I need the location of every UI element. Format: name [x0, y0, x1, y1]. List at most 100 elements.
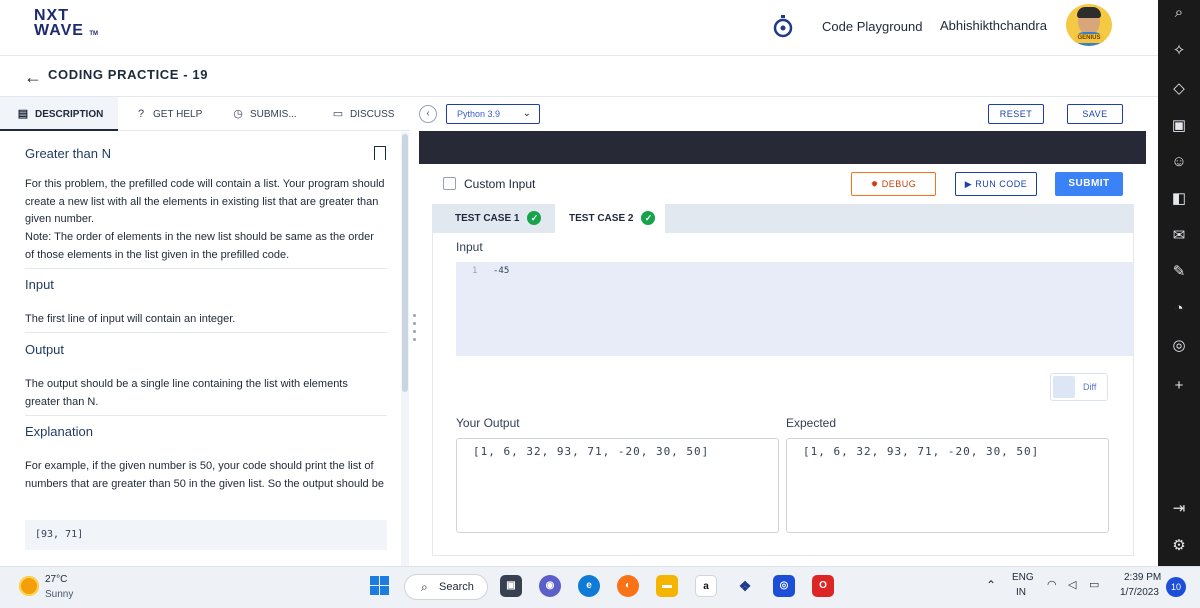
expected-output-box: [1, 6, 32, 93, 71, -20, 30, 50]: [786, 438, 1109, 533]
tab-test-case-2[interactable]: TEST CASE 2 ✓: [555, 204, 665, 233]
tab-submissions[interactable]: ◷ SUBMIS...: [232, 97, 312, 131]
description-icon: ▤: [17, 108, 29, 120]
avatar[interactable]: GENIUS: [1066, 4, 1112, 46]
bell-icon[interactable]: ◔: [1170, 300, 1188, 318]
test-case-tabs: TEST CASE 1 ✓ TEST CASE 2 ✓: [432, 204, 1134, 233]
language-indicator-line2[interactable]: IN: [1016, 587, 1026, 598]
problem-title: Greater than N: [25, 146, 111, 161]
logo-line2: WAVE: [34, 22, 84, 39]
username[interactable]: Abhishikthchandra: [940, 18, 1047, 33]
page-title-row: ← CODING PRACTICE - 19: [0, 57, 1158, 97]
windows-start-icon[interactable]: [370, 576, 390, 596]
check-icon: ✓: [641, 211, 656, 226]
description-tabs: ▤ DESCRIPTION ? GET HELP ◷ SUBMIS... ▭ DISCU…: [0, 97, 410, 131]
tray-chevron-up-icon[interactable]: ⌃: [986, 578, 996, 592]
sparkle-icon[interactable]: ✧: [1170, 42, 1188, 60]
debug-button[interactable]: ✹ DEBUG: [851, 172, 936, 196]
people-icon[interactable]: ☺: [1170, 153, 1188, 171]
notification-badge[interactable]: 10: [1166, 577, 1186, 597]
panel-icon[interactable]: ⇥: [1170, 500, 1188, 518]
chat-icon: ▭: [332, 108, 344, 120]
settings-icon[interactable]: ⚙: [1170, 537, 1188, 555]
language-select[interactable]: Python 3.9 ⌄: [446, 104, 540, 124]
tab-get-help[interactable]: ? GET HELP: [135, 97, 215, 131]
save-button[interactable]: SAVE: [1067, 104, 1123, 124]
bookmark-icon[interactable]: [374, 146, 386, 161]
firefox-icon[interactable]: ◐: [617, 575, 639, 597]
test-input-editor[interactable]: [456, 262, 1134, 356]
line-number: 1: [472, 266, 478, 276]
run-code-button[interactable]: ▶ RUN CODE: [955, 172, 1037, 196]
taskbar-search-label: Search: [439, 581, 474, 593]
tag-icon[interactable]: ◇: [1170, 80, 1188, 98]
dropbox-icon[interactable]: ❖: [734, 575, 756, 597]
editor-toolbar: ‹ Python 3.9 ⌄ RESET SAVE: [419, 97, 1158, 131]
genius-badge: GENIUS: [1074, 34, 1104, 43]
taskbar-search[interactable]: ⌕ Search: [404, 574, 488, 600]
logo-tm: TM: [89, 31, 99, 37]
test-input-value: -45: [493, 266, 510, 276]
battery-icon[interactable]: ▭: [1089, 578, 1099, 591]
submit-button[interactable]: SUBMIT: [1055, 172, 1123, 196]
debug-label: DEBUG: [881, 179, 917, 189]
input-heading: Input: [25, 277, 54, 292]
avatar-hair: [1077, 7, 1101, 18]
nxtwave-logo[interactable]: NXT WAVE TM: [34, 8, 98, 42]
remote-app-icon[interactable]: ◎: [773, 575, 795, 597]
weather-temperature[interactable]: 27°C: [45, 574, 67, 585]
file-explorer-icon[interactable]: ▬: [656, 575, 678, 597]
clock-date[interactable]: 1/7/2023: [1120, 587, 1159, 598]
volume-icon[interactable]: ◁: [1068, 578, 1076, 591]
search-icon: ⌕: [421, 580, 428, 594]
plus-icon[interactable]: +: [1170, 377, 1188, 395]
office-icon[interactable]: ◧: [1170, 190, 1188, 208]
outlook-icon[interactable]: ✉: [1170, 227, 1188, 245]
tab-discuss[interactable]: ▭ DISCUSS: [332, 97, 402, 131]
expected-label: Expected: [786, 416, 837, 430]
language-value: Python 3.9: [457, 109, 501, 119]
your-output-box: [1, 6, 32, 93, 71, -20, 30, 50]: [456, 438, 779, 533]
pane-resize-handle[interactable]: [413, 314, 417, 346]
custom-input-label: Custom Input: [464, 177, 536, 191]
instagram-icon[interactable]: ◎: [1170, 337, 1188, 355]
stopwatch-icon[interactable]: [772, 14, 794, 38]
clock-icon: ◷: [233, 108, 243, 120]
code-playground-link[interactable]: Code Playground: [822, 19, 922, 34]
custom-input-checkbox[interactable]: [443, 177, 456, 190]
divider: [25, 268, 387, 269]
diff-toggle[interactable]: Diff: [1050, 373, 1108, 401]
output-heading: Output: [25, 342, 65, 357]
back-arrow-icon[interactable]: ←: [24, 67, 42, 88]
reset-button[interactable]: RESET: [988, 104, 1044, 124]
help-circle-icon: ?: [137, 108, 145, 120]
collapse-panel-button[interactable]: ‹: [419, 105, 437, 123]
tab-test-case-1[interactable]: TEST CASE 1 ✓: [432, 204, 554, 233]
clock-time[interactable]: 2:39 PM: [1124, 572, 1161, 583]
sun-icon[interactable]: [19, 576, 39, 596]
input-description: The first line of input will contain an …: [25, 313, 236, 325]
weather-description[interactable]: Sunny: [45, 589, 73, 600]
diff-switch[interactable]: [1053, 376, 1075, 398]
output-description: The output should be a single line conta…: [25, 378, 348, 408]
bug-icon: ✹: [870, 179, 879, 189]
toolbox-icon[interactable]: ▣: [1170, 117, 1188, 135]
tab-discuss-label: DISCUSS: [350, 109, 395, 120]
edge-browser-icon[interactable]: e: [578, 575, 600, 597]
input-label: Input: [456, 240, 483, 254]
wifi-icon[interactable]: ◠: [1047, 578, 1057, 591]
office-app-icon[interactable]: O: [812, 575, 834, 597]
tab-description-label: DESCRIPTION: [35, 109, 104, 120]
tab-submissions-label: SUBMIS...: [250, 109, 297, 120]
task-view-icon[interactable]: ▣: [500, 575, 522, 597]
code-editor[interactable]: [419, 131, 1146, 164]
test-case-2-label: TEST CASE 2: [569, 213, 634, 224]
teams-chat-icon[interactable]: ◉: [539, 575, 561, 597]
edit-icon[interactable]: ✎: [1170, 263, 1188, 281]
language-indicator-line1[interactable]: ENG: [1012, 572, 1034, 583]
description-scrollbar-thumb[interactable]: [402, 134, 408, 392]
amazon-icon[interactable]: a: [695, 575, 717, 597]
explanation-text: For example, if the given number is 50, …: [25, 460, 384, 490]
tab-description[interactable]: ▤ DESCRIPTION: [0, 97, 118, 131]
run-code-label: RUN CODE: [975, 179, 1028, 189]
search-icon[interactable]: ⌕: [1170, 4, 1188, 22]
